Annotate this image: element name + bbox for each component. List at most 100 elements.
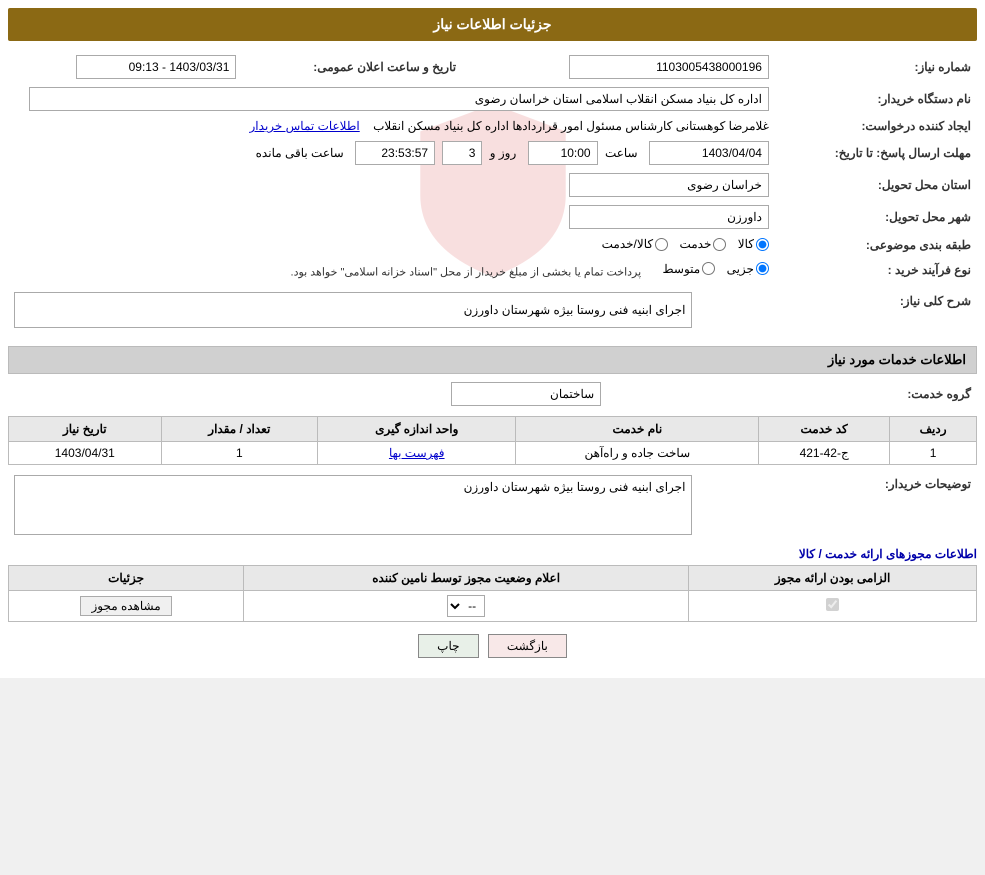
category-kala-khedmat-label: کالا/خدمت	[602, 237, 653, 251]
purchase-type-medium[interactable]: متوسط	[663, 262, 716, 276]
cell-service-name: ساخت جاده و راه‌آهن	[516, 442, 759, 465]
category-khedmat-label: خدمت	[679, 237, 711, 251]
deadline-remaining-label: ساعت باقی مانده	[256, 146, 344, 160]
announce-date-label: تاریخ و ساعت اعلان عمومی:	[242, 51, 486, 83]
cell-unit[interactable]: فهرست بها	[318, 442, 516, 465]
col-license-details: جزئیات	[9, 566, 244, 591]
buyer-notes-value: اجرای ابنیه فنی روستا بیژه شهرستان داورز…	[8, 471, 698, 539]
deadline-remaining-input: 23:53:57	[355, 141, 435, 165]
info-section: A شماره نیاز: 1103005438000196 تاریخ و س…	[8, 51, 977, 338]
col-quantity: تعداد / مقدار	[161, 417, 317, 442]
table-row: 1 ج-42-421 ساخت جاده و راه‌آهن فهرست بها…	[9, 442, 977, 465]
purchase-type-medium-radio[interactable]	[702, 262, 715, 275]
deadline-label: مهلت ارسال پاسخ: تا تاریخ:	[775, 137, 977, 169]
col-license-required: الزامی بودن ارائه مجوز	[689, 566, 977, 591]
announce-date-value: 1403/03/31 - 09:13	[8, 51, 242, 83]
purchase-type-label: نوع فرآیند خرید :	[775, 258, 977, 283]
category-kala-khedmat-radio[interactable]	[655, 238, 668, 251]
page-wrapper: جزئیات اطلاعات نیاز A شماره نیاز: 110300…	[0, 0, 985, 678]
buyer-org-input: اداره کل بنیاد مسکن انقلاب اسلامی استان …	[29, 87, 769, 111]
requester-text: غلامرضا کوهستانی کارشناس مسئول امور قرار…	[373, 119, 769, 133]
city-input: داورزن	[569, 205, 769, 229]
need-description-value: اجرای ابنیه فنی روستا بیژه شهرستان داورز…	[8, 288, 698, 332]
licenses-table-body: -- مشاهده مجوز	[9, 591, 977, 622]
requester-label: ایجاد کننده درخواست:	[775, 115, 977, 137]
info-content: شماره نیاز: 1103005438000196 تاریخ و ساع…	[8, 51, 977, 332]
services-section-title: اطلاعات خدمات مورد نیاز	[8, 346, 977, 374]
license-required-checkbox	[826, 598, 839, 611]
category-kala-radio[interactable]	[756, 238, 769, 251]
announce-date-input: 1403/03/31 - 09:13	[76, 55, 236, 79]
category-kala-label: کالا	[738, 237, 754, 251]
service-group-input: ساختمان	[451, 382, 601, 406]
deadline-date-input: 1403/04/04	[649, 141, 769, 165]
deadline-values: 1403/04/04 ساعت 10:00 روز و 3 23:53:57 س…	[8, 137, 775, 169]
back-button[interactable]: بازگشت	[488, 634, 567, 658]
need-number-input: 1103005438000196	[569, 55, 769, 79]
buyer-org-value: اداره کل بنیاد مسکن انقلاب اسلامی استان …	[8, 83, 775, 115]
row-purchase-type: نوع فرآیند خرید : جزیی متوسط پرداخت تمام…	[8, 258, 977, 283]
view-license-button[interactable]: مشاهده مجوز	[80, 596, 171, 616]
need-number-label: شماره نیاز:	[775, 51, 977, 83]
requester-value: غلامرضا کوهستانی کارشناس مسئول امور قرار…	[8, 115, 775, 137]
col-service-code: کد خدمت	[759, 417, 890, 442]
category-options: کالا خدمت کالا/خدمت	[8, 233, 775, 258]
purchase-type-partial[interactable]: جزیی	[727, 262, 769, 276]
category-kala-khedmat[interactable]: کالا/خدمت	[602, 237, 668, 251]
deadline-time-input: 10:00	[528, 141, 598, 165]
purchase-type-options: جزیی متوسط پرداخت تمام یا بخشی از مبلغ خ…	[8, 258, 775, 283]
row-province: استان محل تحویل: خراسان رضوی	[8, 169, 977, 201]
cell-row-num: 1	[890, 442, 977, 465]
purchase-type-partial-radio[interactable]	[756, 262, 769, 275]
service-group-row: گروه خدمت: ساختمان	[8, 378, 977, 410]
row-buyer-org: نام دستگاه خریدار: اداره کل بنیاد مسکن ا…	[8, 83, 977, 115]
cell-license-details: مشاهده مجوز	[9, 591, 244, 622]
province-label: استان محل تحویل:	[775, 169, 977, 201]
cell-need-date: 1403/04/31	[9, 442, 162, 465]
col-service-name: نام خدمت	[516, 417, 759, 442]
col-unit: واحد اندازه گیری	[318, 417, 516, 442]
deadline-day-label: روز و	[490, 146, 517, 160]
service-group-table: گروه خدمت: ساختمان	[8, 378, 977, 410]
deadline-day-input: 3	[442, 141, 482, 165]
need-description-input: اجرای ابنیه فنی روستا بیژه شهرستان داورز…	[14, 292, 692, 328]
province-input: خراسان رضوی	[569, 173, 769, 197]
city-value: داورزن	[8, 201, 775, 233]
deadline-time-label: ساعت	[605, 146, 638, 160]
buttons-row: بازگشت چاپ	[8, 634, 977, 658]
category-khedmat-radio[interactable]	[713, 238, 726, 251]
col-license-status: اعلام وضعیت مجوز توسط نامین کننده	[244, 566, 689, 591]
row-requester: ایجاد کننده درخواست: غلامرضا کوهستانی کا…	[8, 115, 977, 137]
contact-link[interactable]: اطلاعات تماس خریدار	[250, 119, 360, 133]
need-description-table: شرح کلی نیاز: اجرای ابنیه فنی روستا بیژه…	[8, 288, 977, 332]
category-label: طبقه بندی موضوعی:	[775, 233, 977, 258]
buyer-notes-table: توضیحات خریدار: اجرای ابنیه فنی روستا بی…	[8, 471, 977, 539]
row-deadline: مهلت ارسال پاسخ: تا تاریخ: 1403/04/04 سا…	[8, 137, 977, 169]
need-number-value: 1103005438000196	[486, 51, 775, 83]
buyer-notes-row: توضیحات خریدار: اجرای ابنیه فنی روستا بی…	[8, 471, 977, 539]
row-need-number: شماره نیاز: 1103005438000196 تاریخ و ساع…	[8, 51, 977, 83]
purchase-type-note: پرداخت تمام یا بخشی از مبلغ خریدار از مح…	[291, 266, 642, 278]
service-group-label: گروه خدمت:	[607, 378, 977, 410]
col-row-num: ردیف	[890, 417, 977, 442]
category-khedmat[interactable]: خدمت	[679, 237, 726, 251]
license-status-select[interactable]: --	[447, 595, 485, 617]
need-description-row: شرح کلی نیاز: اجرای ابنیه فنی روستا بیژه…	[8, 288, 977, 332]
services-table-body: 1 ج-42-421 ساخت جاده و راه‌آهن فهرست بها…	[9, 442, 977, 465]
licenses-table-head: الزامی بودن ارائه مجوز اعلام وضعیت مجوز …	[9, 566, 977, 591]
buyer-notes-label: توضیحات خریدار:	[698, 471, 977, 539]
print-button[interactable]: چاپ	[418, 634, 478, 658]
services-table-head: ردیف کد خدمت نام خدمت واحد اندازه گیری ت…	[9, 417, 977, 442]
services-table: ردیف کد خدمت نام خدمت واحد اندازه گیری ت…	[8, 416, 977, 465]
licenses-header-row: الزامی بودن ارائه مجوز اعلام وضعیت مجوز …	[9, 566, 977, 591]
info-table: شماره نیاز: 1103005438000196 تاریخ و ساع…	[8, 51, 977, 282]
category-kala[interactable]: کالا	[738, 237, 769, 251]
purchase-type-partial-label: جزیی	[727, 262, 754, 276]
row-category: طبقه بندی موضوعی: کالا خدمت کالا/خدمت	[8, 233, 977, 258]
province-value: خراسان رضوی	[8, 169, 775, 201]
row-city: شهر محل تحویل: داورزن	[8, 201, 977, 233]
buyer-org-label: نام دستگاه خریدار:	[775, 83, 977, 115]
purchase-type-medium-label: متوسط	[663, 262, 701, 276]
page-title: جزئیات اطلاعات نیاز	[8, 8, 977, 41]
service-group-value: ساختمان	[8, 378, 607, 410]
